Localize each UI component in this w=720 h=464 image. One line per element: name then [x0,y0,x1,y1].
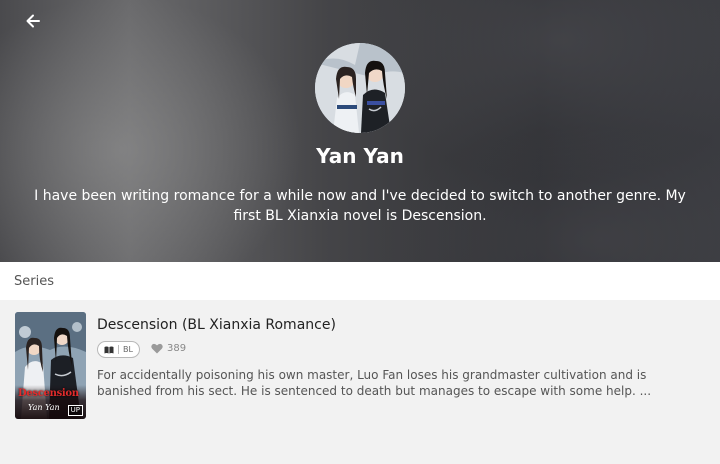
heart-icon [151,343,163,354]
book-icon [104,346,114,353]
author-profile-page: Yan Yan I have been writing romance for … [0,0,720,464]
genre-tag-label: BL [123,345,133,354]
arrow-left-icon [26,14,40,28]
author-name: Yan Yan [316,144,404,168]
likes-count: 389 [151,343,186,354]
cover-title-text: Descension [18,388,79,399]
book-synopsis: For accidentally poisoning his own maste… [97,368,652,398]
likes-value: 389 [167,343,187,354]
series-list-item[interactable]: Descension Yan Yan UP Descension (BL Xia… [0,300,720,430]
series-section-header: Series [0,262,720,300]
series-label: Series [14,273,54,289]
book-cover[interactable]: Descension Yan Yan UP [15,312,86,419]
book-title[interactable]: Descension (BL Xianxia Romance) [97,317,336,333]
author-bio: I have been writing romance for a while … [34,188,686,224]
author-header: Yan Yan I have been writing romance for … [0,0,720,262]
author-avatar [315,43,405,133]
back-button[interactable] [20,10,46,32]
cover-author-text: Yan Yan [28,403,60,412]
cover-up-badge: UP [67,405,83,416]
genre-tag: BL [97,341,140,358]
